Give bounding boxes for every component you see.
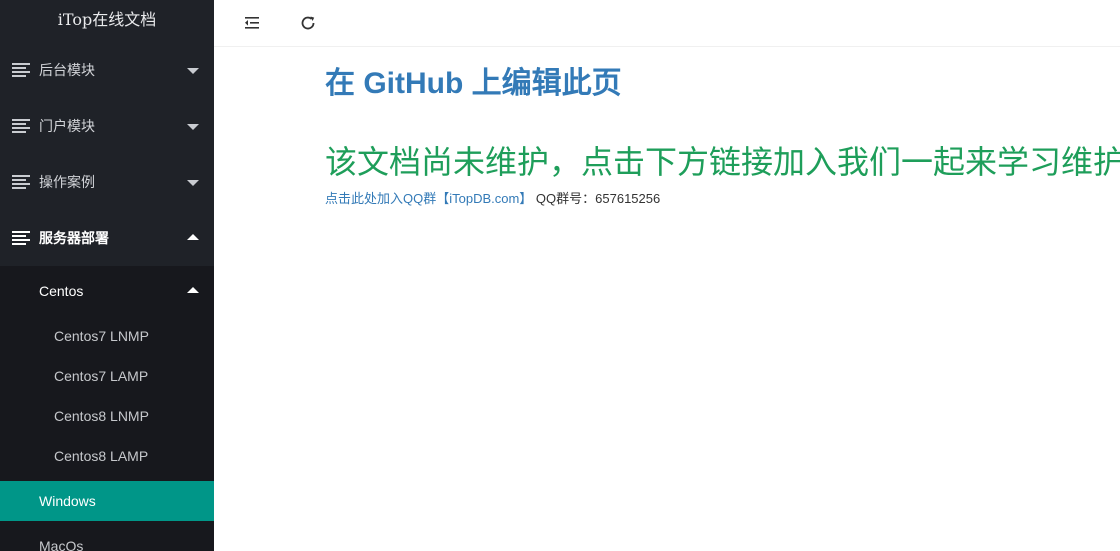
sidebar-item-label: 门户模块 [39,118,95,134]
refresh-icon[interactable] [297,12,319,34]
join-qq-link[interactable]: 点击此处加入QQ群【iTopDB.com】 [325,191,532,206]
chevron-down-icon [187,180,199,186]
maintenance-notice: 该文档尚未维护，点击下方链接加入我们一起来学习维护 [325,144,1120,180]
chevron-down-icon [187,124,199,130]
qq-group-number: QQ群号：657615256 [532,191,661,206]
sidebar-item-server-deploy[interactable]: 服务器部署 [0,210,214,266]
brand-title[interactable]: iTop在线文档 [0,0,214,42]
sidebar-item-centos8-lamp[interactable]: Centos8 LAMP [0,436,214,476]
sidebar-item-label: 后台模块 [39,62,95,78]
sidebar-item-label: 操作案例 [39,174,95,190]
list-icon [12,175,30,189]
join-qq-line: 点击此处加入QQ群【iTopDB.com】 QQ群号：657615256 [325,190,1120,208]
list-icon [12,119,30,133]
sidebar-item-label: 服务器部署 [39,230,109,246]
list-icon [12,231,30,245]
sidebar-item-label: Centos [39,283,84,299]
edit-on-github-link[interactable]: 在 GitHub 上编辑此页 [325,67,1120,101]
chevron-up-icon [187,234,199,240]
sidebar-item-cases[interactable]: 操作案例 [0,154,214,210]
sidebar-item-windows[interactable]: Windows [0,481,214,521]
sidebar: iTop在线文档 后台模块 门户模块 操作案例 服务器部署 Centos Cen… [0,0,214,551]
chevron-down-icon [187,68,199,74]
list-icon [12,63,30,77]
sidebar-item-centos8-lnmp[interactable]: Centos8 LNMP [0,396,214,436]
sidebar-item-centos7-lnmp[interactable]: Centos7 LNMP [0,316,214,356]
indent-icon[interactable] [241,12,263,34]
sidebar-item-centos7-lamp[interactable]: Centos7 LAMP [0,356,214,396]
top-toolbar [214,0,1120,47]
server-deploy-submenu: Centos Centos7 LNMP Centos7 LAMP Centos8… [0,266,214,551]
sidebar-item-macos[interactable]: MacOs [0,521,214,551]
sidebar-item-portal[interactable]: 门户模块 [0,98,214,154]
chevron-up-icon [187,287,199,293]
sidebar-item-centos[interactable]: Centos [0,266,214,316]
sidebar-item-backend[interactable]: 后台模块 [0,42,214,98]
doc-content: 在 GitHub 上编辑此页 该文档尚未维护，点击下方链接加入我们一起来学习维护… [325,47,1120,208]
